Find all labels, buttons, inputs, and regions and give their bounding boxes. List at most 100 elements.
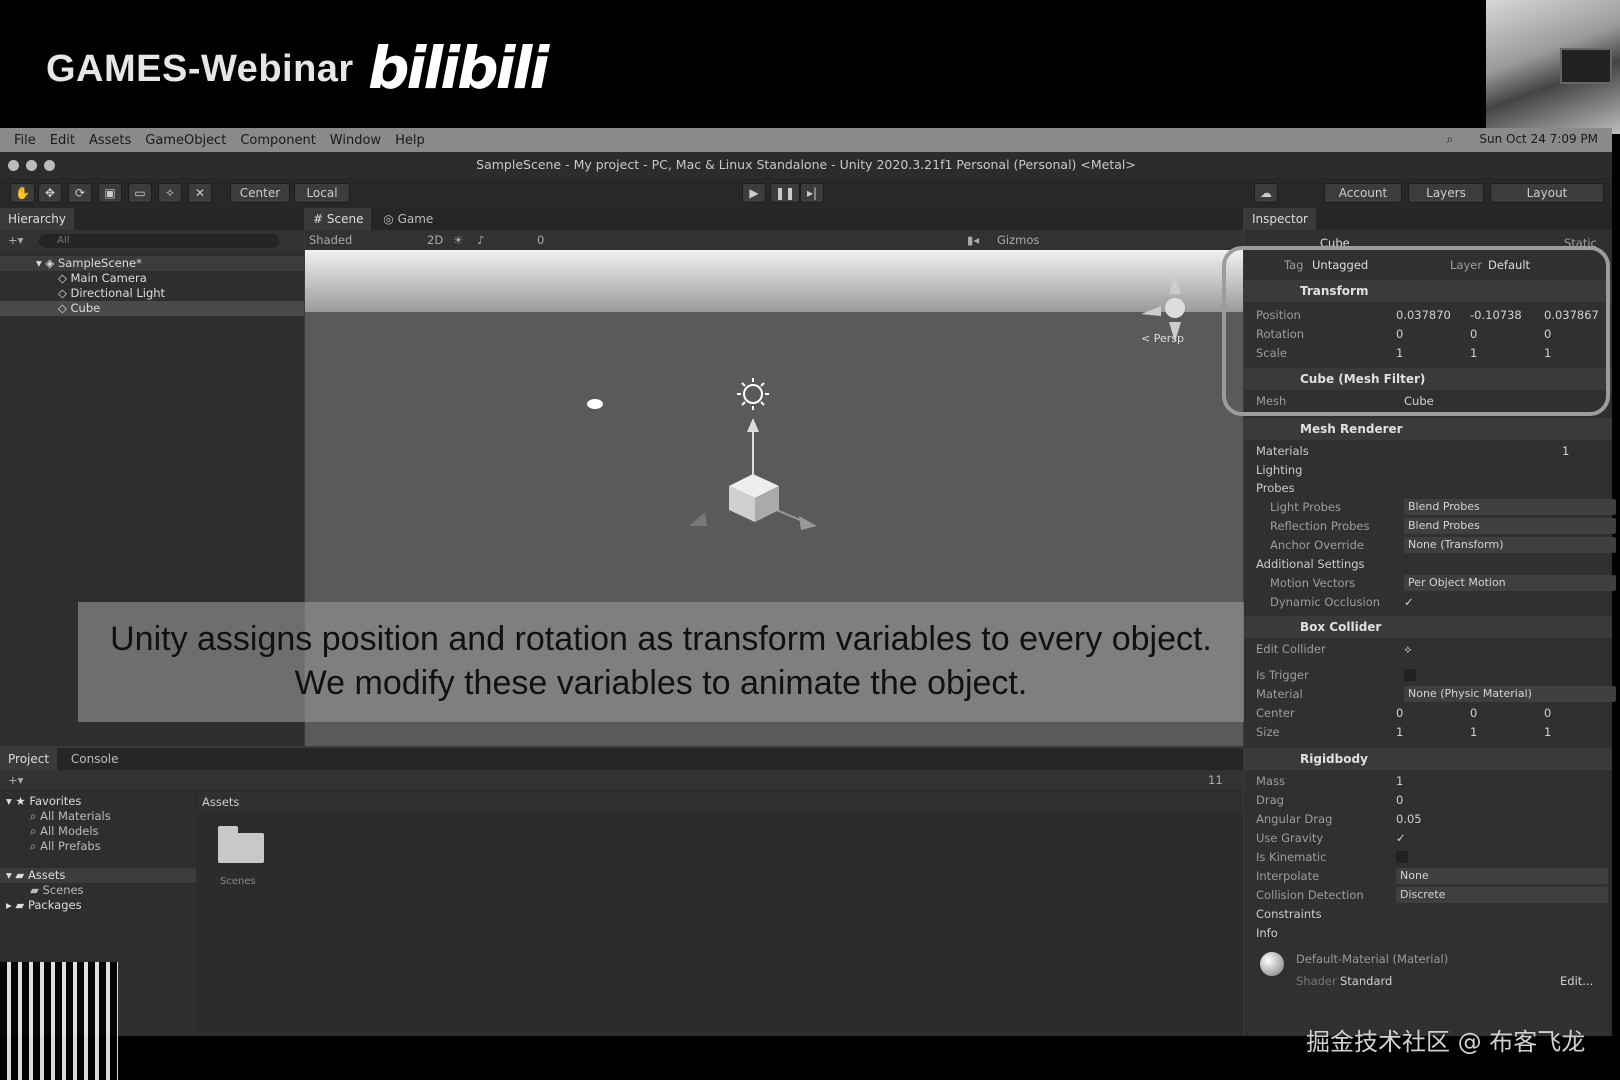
pivot-center-button[interactable]: Center — [230, 183, 290, 203]
rect-tool-icon[interactable]: ▭ — [128, 183, 152, 203]
hierarchy-search-input[interactable]: All — [39, 233, 280, 248]
tab-hierarchy[interactable]: Hierarchy — [0, 208, 75, 230]
layers-dropdown[interactable]: Layers — [1408, 183, 1484, 203]
lighting-row[interactable]: Lighting — [1256, 461, 1608, 479]
tab-project[interactable]: Project — [0, 748, 58, 770]
center-x-field[interactable]: 0 — [1396, 704, 1403, 722]
maximize-icon[interactable] — [44, 160, 55, 171]
size-y-field[interactable]: 1 — [1470, 723, 1477, 741]
kinematic-checkbox[interactable] — [1396, 851, 1408, 863]
fav-all-models[interactable]: ⌕ All Models — [0, 824, 196, 839]
menu-component[interactable]: Component — [240, 133, 315, 148]
hand-tool-icon[interactable]: ✋ — [10, 183, 35, 203]
gravity-checkbox[interactable]: ✓ — [1396, 829, 1406, 847]
lighting-icon[interactable]: ☀ — [453, 230, 463, 250]
inspector-header: Inspector — [1244, 208, 1612, 230]
shader-dropdown[interactable]: Standard — [1340, 972, 1392, 990]
hidden-count[interactable]: 0 — [537, 230, 544, 250]
minimize-icon[interactable] — [26, 160, 37, 171]
audio-icon[interactable]: ♪ — [477, 230, 484, 250]
mass-field[interactable]: 1 — [1396, 772, 1403, 790]
menu-assets[interactable]: Assets — [89, 133, 131, 148]
size-label: Size — [1256, 725, 1280, 739]
menu-edit[interactable]: Edit — [50, 133, 75, 148]
shader-row: Shader Standard Edit... — [1296, 972, 1620, 990]
cube-mesh[interactable] — [729, 474, 779, 522]
account-dropdown[interactable]: Account — [1324, 183, 1402, 203]
size-x-field[interactable]: 1 — [1396, 723, 1403, 741]
size-z-field[interactable]: 1 — [1544, 723, 1551, 741]
fav-all-prefabs[interactable]: ⌕ All Prefabs — [0, 839, 196, 854]
packages-folder-row[interactable]: ▸ ▰ Packages — [0, 898, 196, 913]
additional-settings-row[interactable]: Additional Settings — [1256, 555, 1608, 573]
angular-drag-row: Angular Drag 0.05 — [1256, 810, 1608, 828]
folder-icon[interactable] — [218, 826, 264, 863]
hierarchy-item-main-camera[interactable]: ◇ Main Camera — [0, 271, 304, 286]
menu-gameobject[interactable]: GameObject — [145, 133, 226, 148]
hierarchy-item-cube[interactable]: ◇ Cube — [0, 301, 304, 316]
edit-collider-icon[interactable]: ⟡ — [1404, 640, 1412, 658]
probes-row[interactable]: Probes — [1256, 479, 1608, 497]
menu-window[interactable]: Window — [330, 133, 381, 148]
center-row: Center 0 0 0 — [1256, 704, 1608, 722]
mesh-renderer-header[interactable]: Mesh Renderer — [1244, 418, 1612, 440]
2d-toggle[interactable]: 2D — [427, 230, 443, 250]
search-icon[interactable]: ⌕ — [1447, 132, 1454, 147]
play-icon[interactable]: ▶ — [742, 183, 766, 203]
trigger-checkbox[interactable] — [1404, 669, 1416, 681]
brand-title: GAMES-Webinar — [46, 48, 354, 90]
light-probes-dropdown[interactable]: Blend Probes — [1404, 499, 1616, 515]
gizmos-dropdown[interactable]: Gizmos — [997, 230, 1039, 250]
pivot-local-button[interactable]: Local — [294, 183, 350, 203]
move-tool-icon[interactable]: ✥ — [38, 183, 62, 203]
box-collider-header[interactable]: Box Collider — [1244, 616, 1612, 638]
tab-inspector[interactable]: Inspector — [1244, 208, 1316, 230]
hierarchy-toolbar: +▾ All — [0, 230, 304, 250]
interpolate-dropdown[interactable]: None — [1396, 868, 1608, 884]
shading-dropdown[interactable]: Shaded — [309, 230, 352, 250]
rigidbody-header[interactable]: Rigidbody — [1244, 748, 1612, 770]
favorites-row[interactable]: ▾ ★ Favorites — [0, 794, 196, 809]
material-title-row[interactable]: Default-Material (Material) — [1296, 950, 1620, 968]
custom-tool-icon[interactable]: ✕ — [188, 183, 212, 203]
scenes-folder-row[interactable]: ▰ Scenes — [0, 883, 196, 898]
drag-field[interactable]: 0 — [1396, 791, 1403, 809]
mass-row: Mass 1 — [1256, 772, 1608, 790]
constraints-row[interactable]: Constraints — [1256, 905, 1608, 923]
center-y-field[interactable]: 0 — [1470, 704, 1477, 722]
tab-console[interactable]: Console — [71, 752, 119, 766]
add-icon[interactable]: +▾ — [8, 233, 23, 247]
rotate-tool-icon[interactable]: ⟳ — [68, 183, 92, 203]
hierarchy-scene-row[interactable]: ▾ ◈ SampleScene* — [0, 256, 304, 271]
pause-icon[interactable]: ❚❚ — [770, 183, 801, 203]
close-icon[interactable] — [8, 160, 19, 171]
reflection-probes-dropdown[interactable]: Blend Probes — [1404, 518, 1616, 534]
info-row[interactable]: Info — [1256, 924, 1608, 942]
occlusion-checkbox[interactable]: ✓ — [1404, 593, 1414, 611]
persp-label[interactable]: < Persp — [1141, 332, 1184, 345]
physic-material-field[interactable]: None (Physic Material) — [1404, 686, 1616, 702]
reflection-probes-row: Reflection Probes Blend Probes — [1256, 517, 1616, 535]
assets-folder-row[interactable]: ▾ ▰ Assets — [0, 868, 196, 883]
shader-edit-button[interactable]: Edit... — [1560, 972, 1593, 990]
collab-icon[interactable]: ☁ — [1254, 183, 1278, 203]
transform-tool-icon[interactable]: ✧ — [158, 183, 182, 203]
layout-dropdown[interactable]: Layout — [1490, 183, 1604, 203]
motion-vectors-dropdown[interactable]: Per Object Motion — [1404, 575, 1616, 591]
tab-scene[interactable]: # Scene — [305, 208, 372, 230]
fav-all-materials[interactable]: ⌕ All Materials — [0, 809, 196, 824]
camera-icon[interactable]: ▮◂ — [967, 230, 979, 250]
add-icon[interactable]: +▾ — [8, 773, 23, 787]
materials-row[interactable]: Materials 1 — [1256, 442, 1608, 460]
center-z-field[interactable]: 0 — [1544, 704, 1551, 722]
menu-file[interactable]: File — [14, 133, 36, 148]
hierarchy-item-directional-light[interactable]: ◇ Directional Light — [0, 286, 304, 301]
window-titlebar: SampleScene - My project - PC, Mac & Lin… — [0, 152, 1612, 178]
collision-dropdown[interactable]: Discrete — [1396, 887, 1608, 903]
scale-tool-icon[interactable]: ▣ — [98, 183, 122, 203]
tab-game[interactable]: ◎ Game — [383, 212, 433, 226]
menu-help[interactable]: Help — [395, 133, 425, 148]
angular-drag-field[interactable]: 0.05 — [1396, 810, 1422, 828]
anchor-field[interactable]: None (Transform) — [1404, 537, 1616, 553]
step-icon[interactable]: ▸| — [800, 183, 824, 203]
